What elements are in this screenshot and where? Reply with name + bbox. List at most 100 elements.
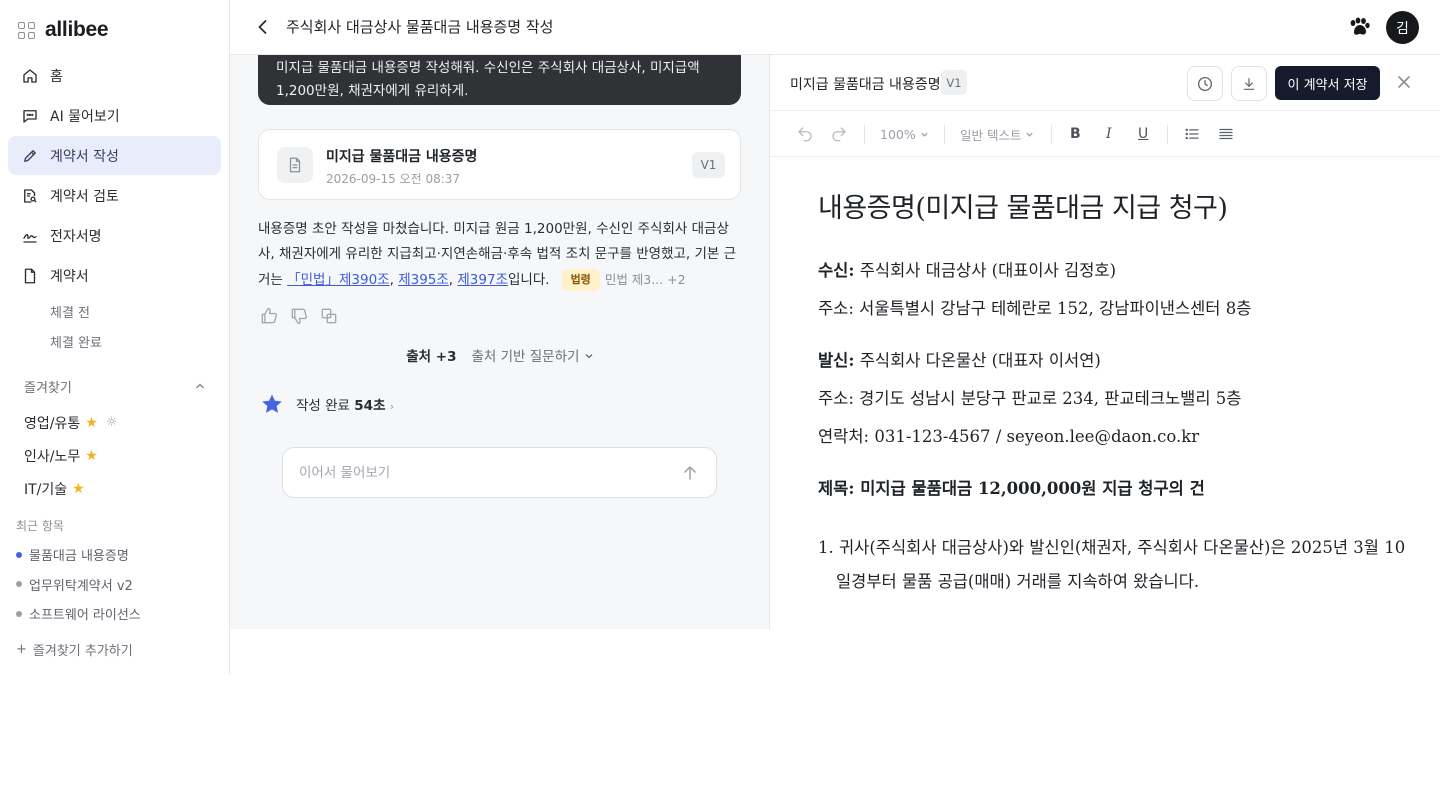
nav-label: 계약서 검토 [50,188,119,205]
page-title: 주식회사 대금상사 물품대금 내용증명 작성 [286,18,554,36]
align-button[interactable] [1217,124,1235,144]
zoom-select[interactable]: 100% [880,124,929,144]
document-card-date: 2026-09-15 오전 08:37 [326,172,461,186]
thumbs-down-icon[interactable] [288,305,310,327]
completion-time: 54초 [354,398,386,414]
editor-panel: 미지급 물품대금 내용증명 V1 이 계약서 저장 100% 일반 텍스트 B … [770,55,1440,629]
recent-item[interactable]: 업무위탁계약서 v2 [16,570,141,600]
brand-name: allibee [45,18,109,41]
recent-item[interactable]: 물품대금 내용증명 [16,540,141,570]
nav-item-ai-ask[interactable]: AI 물어보기 [8,96,221,135]
nav-item-home[interactable]: 홈 [8,56,221,95]
loading-sun-icon: ☼ [105,415,118,430]
thumbs-up-icon[interactable] [258,305,280,327]
save-contract-button[interactable]: 이 계약서 저장 [1275,66,1380,100]
follow-up-box [282,447,717,498]
sub-item-before-signing[interactable]: 체결 전 [8,296,221,326]
underline-button[interactable]: U [1138,124,1148,144]
align-justify-icon [1219,128,1233,140]
star-icon: ★ [85,447,98,464]
add-favorite-label: 즐겨찾기 추가하기 [32,644,133,659]
download-button[interactable] [1231,66,1267,101]
main-nav: 홈 AI 물어보기 계약서 작성 계약서 검토 전자서명 계약서 체결 전 체결… [8,56,221,356]
recent-item[interactable]: 소프트웨어 라이선스 [16,599,141,629]
law-badge[interactable]: 법령 [561,269,600,291]
sidebar: allibee 홈 AI 물어보기 계약서 작성 계약서 검토 전자서명 계약서… [0,0,230,674]
close-editor-button[interactable] [1394,72,1414,92]
sender-contact: 연락처: 031-123-4567 / seyeon.lee@daon.co.k… [818,427,1200,446]
back-button[interactable] [252,16,274,38]
recipient-label: 수신: [818,261,855,280]
chevron-up-icon[interactable] [194,380,206,392]
bullet-list-button[interactable] [1183,124,1201,144]
file-icon [21,267,39,285]
italic-button[interactable]: I [1106,124,1112,144]
toolbar-divider [864,125,865,144]
paw-icon[interactable] [1346,14,1372,40]
bullet-list-icon [1185,128,1199,140]
undo-button[interactable] [796,124,814,144]
ask-sources-label: 출처 기반 질문하기 [471,349,580,365]
copy-icon[interactable] [318,305,340,327]
document-card[interactable]: 미지급 물품대금 내용증명 2026-09-15 오전 08:37 V1 [258,129,741,200]
document-search-icon [21,187,39,205]
recent-list: 물품대금 내용증명 업무위탁계약서 v2 소프트웨어 라이선스 [16,540,141,629]
zoom-value: 100% [880,126,916,142]
law-badge-references[interactable]: 민법 제3... +2 [605,272,686,287]
recent-title: 최근 항목 [16,519,64,533]
editor-title: 미지급 물품대금 내용증명 [790,77,941,93]
completion-steps[interactable]: 작성 완료 54초 › [260,392,394,416]
chevron-right-icon: › [389,400,395,413]
nav-label: 전자서명 [50,228,102,245]
favorite-item-sales[interactable]: 영업/유통 ★ ☼ [24,406,117,439]
chevron-down-icon [921,132,928,137]
brand-logo[interactable]: allibee [18,18,109,42]
law-link-397[interactable]: 제397조 [457,272,508,288]
favorite-item-hr[interactable]: 인사/노무 ★ [24,439,117,472]
nav-label: 계약서 작성 [50,148,119,165]
apps-grid-icon[interactable] [18,21,35,39]
add-favorite-button[interactable]: + 즐겨찾기 추가하기 [16,640,133,659]
undo-icon [798,127,812,142]
favorite-item-it[interactable]: IT/기술 ★ [24,472,117,505]
law-link-395[interactable]: 제395조 [398,272,449,288]
home-icon [21,67,39,85]
bold-button[interactable]: B [1070,124,1081,144]
text-style-select[interactable]: 일반 텍스트 [960,124,1034,144]
sub-item-signed[interactable]: 체결 완료 [8,326,221,356]
favorites-list: 영업/유통 ★ ☼ 인사/노무 ★ IT/기술 ★ [24,406,117,505]
document-paragraph-1: 1. 귀사(주식회사 대금상사)와 발신인(채권자, 주식회사 다온물산)은 2… [818,538,1406,591]
pencil-icon [21,147,39,165]
favorites-title: 즐겨찾기 [24,380,72,396]
plus-icon: + [16,642,27,657]
star-icon: ★ [72,480,85,497]
send-arrow-icon[interactable] [680,463,700,483]
document-heading: 내용증명(미지급 물품대금 지급 청구) [818,193,1228,224]
nav-item-contract-write[interactable]: 계약서 작성 [8,136,221,175]
recent-label: 업무위탁계약서 v2 [29,578,133,594]
assistant-answer: 내용증명 초안 작성을 마쳤습니다. 미지급 원금 1,200만원, 수신인 주… [258,217,741,293]
answer-suffix: 입니다. [508,272,550,288]
signature-icon [21,227,39,245]
recent-label: 물품대금 내용증명 [29,549,129,565]
law-link-390[interactable]: 「민법」제390조 [287,272,389,288]
favorites-header[interactable]: 즐겨찾기 [24,376,206,396]
history-button[interactable] [1187,66,1223,101]
topbar: 주식회사 대금상사 물품대금 내용증명 작성 김 [230,0,1440,55]
nav-item-contract-review[interactable]: 계약서 검토 [8,176,221,215]
redo-icon [832,127,846,142]
redo-button[interactable] [830,124,848,144]
editor-header: 미지급 물품대금 내용증명 V1 이 계약서 저장 [770,55,1440,111]
sources-count[interactable]: 출처 +3 [406,345,456,365]
user-avatar[interactable]: 김 [1386,11,1419,44]
user-message-bubble: 미지급 물품대금 내용증명 작성해줘. 수신인은 주식회사 대금상사, 미지급액… [258,55,741,105]
nav-item-contracts[interactable]: 계약서 [8,256,221,295]
recipient-address: 주소: 서울특별시 강남구 테헤란로 152, 강남파이낸스센터 8층 [818,299,1252,318]
nav-item-esign[interactable]: 전자서명 [8,216,221,255]
favorite-label: IT/기술 [24,481,68,498]
text-style-value: 일반 텍스트 [960,127,1022,143]
dot-icon [16,581,22,588]
follow-up-input[interactable] [299,448,669,497]
chevron-left-icon [258,20,267,34]
ask-sources-button[interactable]: 출처 기반 질문하기 [472,345,594,365]
